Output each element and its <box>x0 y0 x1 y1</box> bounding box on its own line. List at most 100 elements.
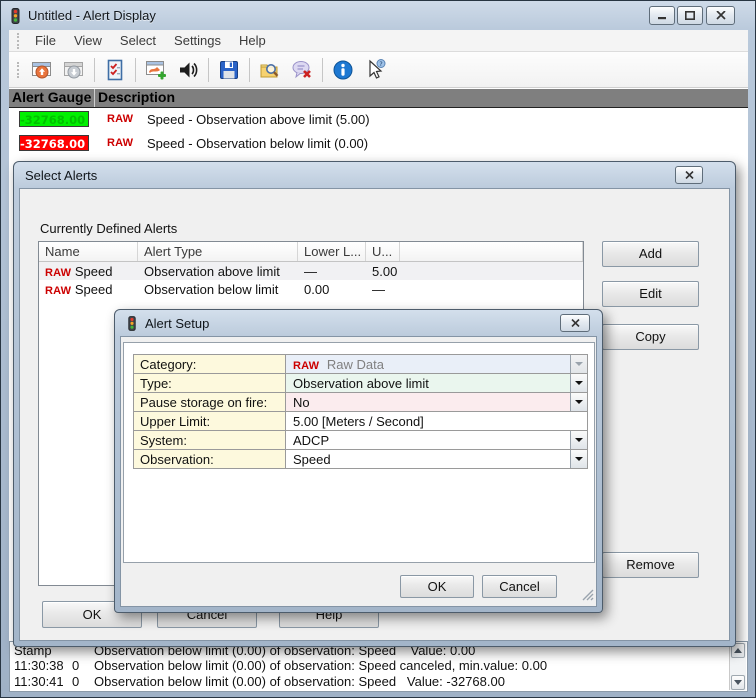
menu-settings[interactable]: Settings <box>165 31 230 51</box>
field-value: 5.00 [Meters / Second] <box>293 414 424 429</box>
menu-file[interactable]: File <box>26 31 65 51</box>
column-alert-gauge[interactable]: Alert Gauge <box>9 89 95 107</box>
upper-limit-input[interactable]: 5.00 [Meters / Second] <box>286 412 587 430</box>
delete-comment-icon[interactable] <box>286 55 318 85</box>
remove-button[interactable]: Remove <box>602 552 699 578</box>
new-alert-window-icon[interactable] <box>140 55 172 85</box>
menu-view[interactable]: View <box>65 31 111 51</box>
field-label: Category: <box>134 355 286 373</box>
table-header: Name Alert Type Lower L... U... <box>39 242 583 262</box>
field-label: Upper Limit: <box>134 412 286 430</box>
alert-log-panel: Stamp Observation below limit (0.00) of … <box>9 641 748 692</box>
alert-row[interactable]: -32768.00 RAW Speed - Observation above … <box>9 109 748 129</box>
close-icon[interactable] <box>675 166 703 184</box>
dropdown-icon[interactable] <box>570 450 587 468</box>
raise-alert-window-icon[interactable] <box>26 55 58 85</box>
menu-help[interactable]: Help <box>230 31 275 51</box>
maximize-button[interactable] <box>677 6 703 25</box>
pause-storage-combobox[interactable]: No <box>286 393 587 411</box>
toolbar-separator <box>135 58 136 82</box>
field-value: Observation above limit <box>293 376 429 391</box>
toolbar-separator <box>322 58 323 82</box>
svg-text:?: ? <box>379 60 382 68</box>
ok-button[interactable]: OK <box>400 575 474 598</box>
toolbar-grip <box>17 62 20 78</box>
cancel-button[interactable]: Cancel <box>482 575 557 598</box>
form-panel: Category: RAW Raw Data Type: Observation… <box>123 342 595 563</box>
type-combobox[interactable]: Observation above limit <box>286 374 587 392</box>
category-combobox[interactable]: RAW Raw Data <box>286 355 587 373</box>
alert-checklist-icon[interactable] <box>99 55 131 85</box>
form-row-system: System: ADCP <box>134 431 587 450</box>
raw-badge: RAW <box>45 285 71 297</box>
menu-select[interactable]: Select <box>111 31 165 51</box>
form-row-type: Type: Observation above limit <box>134 374 587 393</box>
toolbar: ? <box>9 52 748 88</box>
field-label: Type: <box>134 374 286 392</box>
main-titlebar: Untitled - Alert Display <box>2 2 754 29</box>
alert-setup-dialog: Alert Setup Category: RAW Raw Data <box>114 309 603 613</box>
table-row[interactable]: RAW Speed Observation below limit 0.00 — <box>39 280 583 298</box>
dialog-title: Select Alerts <box>25 168 97 183</box>
resize-grip[interactable] <box>582 589 594 604</box>
dropdown-icon[interactable] <box>570 431 587 449</box>
close-button[interactable] <box>706 6 735 25</box>
minimize-button[interactable] <box>649 6 675 25</box>
context-help-icon[interactable]: ? <box>359 55 391 85</box>
log-message: Observation below limit (0.00) of observ… <box>94 658 710 673</box>
form-row-upper-limit: Upper Limit: 5.00 [Meters / Second] <box>134 412 587 431</box>
traffic-light-icon <box>9 8 22 24</box>
select-alerts-titlebar: Select Alerts <box>14 162 735 188</box>
close-icon[interactable] <box>560 314 590 332</box>
observation-combobox[interactable]: Speed <box>286 450 587 468</box>
column-lower-limit[interactable]: Lower L... <box>298 242 366 261</box>
table-row[interactable]: RAW Speed Observation above limit — 5.00 <box>39 262 583 280</box>
log-scrollbar[interactable] <box>729 643 746 690</box>
alert-type: Observation above limit <box>138 264 298 279</box>
section-label: Currently Defined Alerts <box>40 221 177 236</box>
dropdown-disabled-icon <box>570 355 587 373</box>
alert-display-window: Untitled - Alert Display File View Selec… <box>0 0 756 698</box>
toolbar-separator <box>94 58 95 82</box>
log-message: Observation below limit (0.00) of observ… <box>94 674 710 689</box>
field-label: Pause storage on fire: <box>134 393 286 411</box>
column-upper-limit[interactable]: U... <box>366 242 400 261</box>
log-code: 0 <box>66 658 94 673</box>
alert-name: Speed <box>75 264 113 279</box>
menubar-grip <box>17 33 20 49</box>
log-line: 11:30:38 0 Observation below limit (0.00… <box>10 658 710 673</box>
raw-badge: RAW <box>107 113 143 125</box>
log-line: 11:30:41 0 Observation below limit (0.00… <box>10 674 710 689</box>
field-label: System: <box>134 431 286 449</box>
traffic-light-icon <box>126 316 138 331</box>
column-description[interactable]: Description <box>95 89 748 107</box>
field-value: Raw Data <box>327 357 384 372</box>
lower-alert-window-icon[interactable] <box>58 55 90 85</box>
field-value: Speed <box>293 452 331 467</box>
field-label: Observation: <box>134 450 286 468</box>
upper-limit: — <box>366 282 400 297</box>
raw-badge: RAW <box>45 267 71 279</box>
alert-description: Speed - Observation above limit (5.00) <box>147 112 370 127</box>
menu-bar: File View Select Settings Help <box>9 30 748 52</box>
scroll-down-icon[interactable] <box>731 675 745 690</box>
info-icon[interactable] <box>327 55 359 85</box>
dropdown-icon[interactable] <box>570 374 587 392</box>
add-button[interactable]: Add <box>602 241 699 267</box>
sound-icon[interactable] <box>172 55 204 85</box>
field-value: ADCP <box>293 433 329 448</box>
raw-badge: RAW <box>107 137 143 149</box>
copy-button[interactable]: Copy <box>602 324 699 350</box>
column-name[interactable]: Name <box>39 242 138 261</box>
alert-setup-titlebar: Alert Setup <box>115 310 602 336</box>
lower-limit: 0.00 <box>298 282 366 297</box>
window-title: Untitled - Alert Display <box>28 8 156 23</box>
alert-row[interactable]: -32768.00 RAW Speed - Observation below … <box>9 133 748 153</box>
find-icon[interactable] <box>254 55 286 85</box>
save-icon[interactable] <box>213 55 245 85</box>
column-alert-type[interactable]: Alert Type <box>138 242 298 261</box>
edit-button[interactable]: Edit <box>602 281 699 307</box>
form-row-category: Category: RAW Raw Data <box>134 355 587 374</box>
dropdown-icon[interactable] <box>570 393 587 411</box>
system-combobox[interactable]: ADCP <box>286 431 587 449</box>
